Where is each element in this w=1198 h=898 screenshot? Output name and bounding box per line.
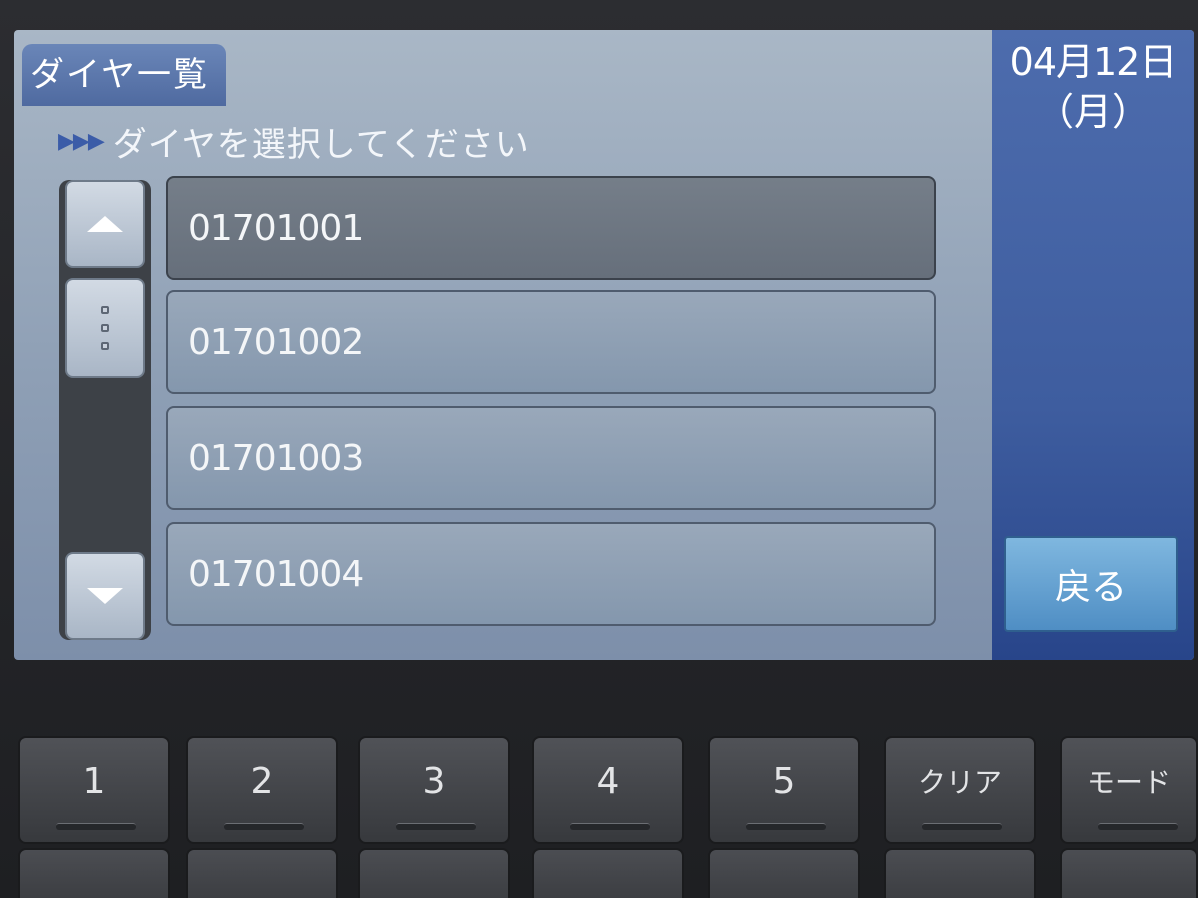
instruction-text: ダイヤを選択してください bbox=[112, 124, 530, 165]
key-5[interactable]: 5 bbox=[708, 736, 860, 844]
key-row2-5[interactable] bbox=[708, 848, 860, 898]
triangle-up-icon bbox=[87, 216, 123, 232]
grip-icon bbox=[101, 324, 109, 332]
list-item-3[interactable]: 01701004 bbox=[166, 522, 936, 626]
grip-icon bbox=[101, 306, 109, 314]
scroll-thumb[interactable] bbox=[65, 278, 145, 378]
instruction-line: ▶▶▶ ダイヤを選択してください bbox=[58, 116, 530, 166]
list-item-1[interactable]: 01701002 bbox=[166, 290, 936, 394]
instruction-arrows-icon: ▶▶▶ bbox=[58, 128, 105, 154]
right-panel: 04月12日 （月） 戻る bbox=[992, 30, 1194, 660]
list-item-label: 01701002 bbox=[188, 321, 364, 363]
list-item-label: 01701003 bbox=[188, 437, 364, 479]
list-item-2[interactable]: 01701003 bbox=[166, 406, 936, 510]
screen-title: ダイヤ一覧 bbox=[22, 44, 226, 106]
key-2[interactable]: 2 bbox=[186, 736, 338, 844]
key-row2-3[interactable] bbox=[358, 848, 510, 898]
key-row2-7[interactable] bbox=[1060, 848, 1198, 898]
list-item-0[interactable]: 01701001 bbox=[166, 176, 936, 280]
key-row2-2[interactable] bbox=[186, 848, 338, 898]
grip-icon bbox=[101, 342, 109, 350]
key-clear[interactable]: クリア bbox=[884, 736, 1036, 844]
key-3[interactable]: 3 bbox=[358, 736, 510, 844]
list-item-label: 01701001 bbox=[188, 207, 364, 249]
key-row2-6[interactable] bbox=[884, 848, 1036, 898]
scroll-rail[interactable] bbox=[59, 180, 151, 640]
list-item-label: 01701004 bbox=[188, 553, 364, 595]
keypad: 1 2 3 4 5 クリア モード bbox=[0, 724, 1198, 898]
back-button[interactable]: 戻る bbox=[1004, 536, 1178, 632]
display-screen: ダイヤ一覧 ▶▶▶ ダイヤを選択してください 01701001 01701002… bbox=[14, 30, 1194, 660]
key-row2-1[interactable] bbox=[18, 848, 170, 898]
key-row2-4[interactable] bbox=[532, 848, 684, 898]
key-1[interactable]: 1 bbox=[18, 736, 170, 844]
scroll-up-button[interactable] bbox=[65, 180, 145, 268]
key-mode[interactable]: モード bbox=[1060, 736, 1198, 844]
key-4[interactable]: 4 bbox=[532, 736, 684, 844]
triangle-down-icon bbox=[87, 588, 123, 604]
scroll-down-button[interactable] bbox=[65, 552, 145, 640]
date-display: 04月12日 bbox=[1009, 40, 1178, 84]
weekday-display: （月） bbox=[1035, 90, 1150, 134]
